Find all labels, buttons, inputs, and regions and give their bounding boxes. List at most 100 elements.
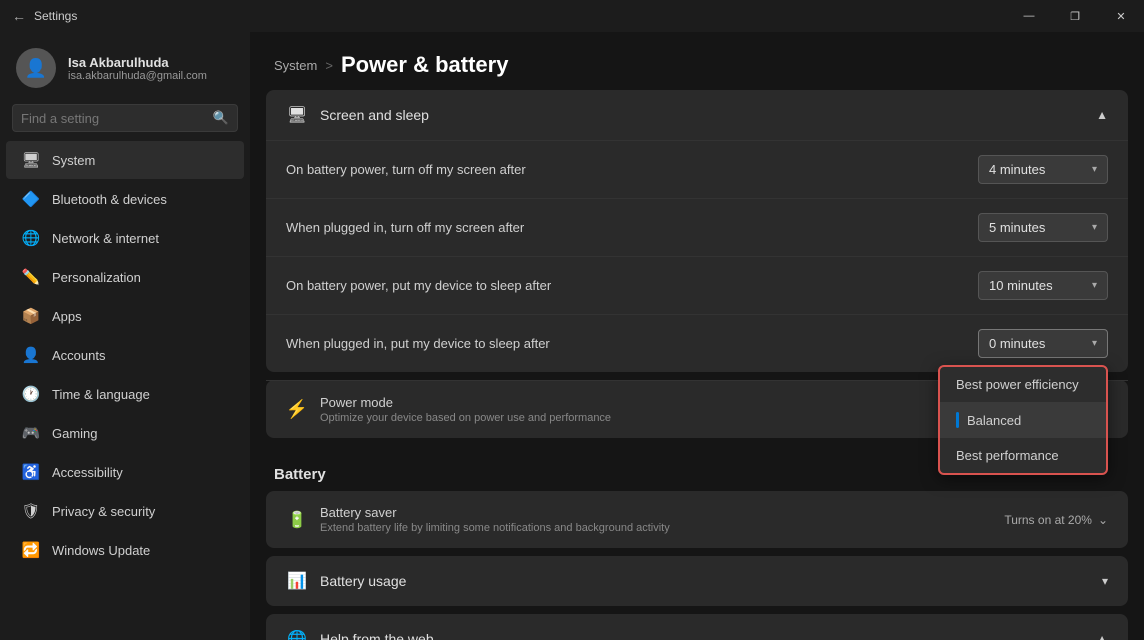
sidebar-item-personalization[interactable]: ✏️Personalization <box>6 258 244 296</box>
sidebar-item-bluetooth--devices[interactable]: 🔷 Bluetooth & devices <box>6 180 244 218</box>
screen-sleep-header[interactable]: 🖥 Screen and sleep ▲ <box>266 90 1128 140</box>
title-bar: ← Settings — ❐ ✕ <box>0 0 1144 32</box>
search-box[interactable]: 🔍 <box>12 104 238 132</box>
row-label-1: On battery power, turn off my screen aft… <box>286 162 526 177</box>
user-info: Isa Akbarulhuda isa.akbarulhuda@gmail.co… <box>68 55 207 82</box>
user-name: Isa Akbarulhuda <box>68 55 207 70</box>
nav-icon: 🛡 <box>22 502 40 520</box>
option-label: Best power efficiency <box>956 377 1079 392</box>
help-chevron: ▲ <box>1096 632 1108 640</box>
battery-saver-label: Battery saver <box>320 505 670 520</box>
dropdown-option-best-efficiency[interactable]: Best power efficiency <box>940 367 1106 402</box>
battery-saver-icon: 🔋 <box>286 509 308 531</box>
screen-icon: 🖥 <box>286 104 308 126</box>
battery-usage-header[interactable]: 📊 Battery usage ▾ <box>266 556 1128 606</box>
sidebar-item-accounts[interactable]: 👤Accounts <box>6 336 244 374</box>
nav-item-label: Network & internet <box>52 231 159 246</box>
user-section: 👤 Isa Akbarulhuda isa.akbarulhuda@gmail.… <box>0 32 250 100</box>
close-button[interactable]: ✕ <box>1098 0 1144 32</box>
content-area: System > Power & battery 🖥 Screen and sl… <box>250 32 1144 640</box>
back-icon[interactable]: ← <box>12 8 26 24</box>
screen-plugged-value: 5 minutes <box>989 220 1045 235</box>
nav-icon: 🔷 <box>22 190 40 208</box>
screen-sleep-label: Screen and sleep <box>320 107 429 123</box>
battery-usage-icon: 📊 <box>286 570 308 592</box>
row-label-3: On battery power, put my device to sleep… <box>286 278 551 293</box>
sleep-battery-dropdown[interactable]: 10 minutes ▾ <box>978 271 1108 300</box>
battery-saver-left: 🔋 Battery saver Extend battery life by l… <box>286 505 670 534</box>
nav-icon: 🌐 <box>22 229 40 247</box>
app-body: 👤 Isa Akbarulhuda isa.akbarulhuda@gmail.… <box>0 32 1144 640</box>
battery-saver-row: 🔋 Battery saver Extend battery life by l… <box>266 491 1128 548</box>
table-row: On battery power, put my device to sleep… <box>266 256 1128 314</box>
screen-sleep-section: 🖥 Screen and sleep ▲ On battery power, t… <box>266 90 1128 372</box>
option-label: Best performance <box>956 448 1059 463</box>
dropdown-option-best-performance[interactable]: Best performance <box>940 438 1106 473</box>
sleep-plugged-value: 0 minutes <box>989 336 1045 351</box>
sidebar-item-network--internet[interactable]: 🌐 Network & internet <box>6 219 244 257</box>
nav-icon: 🔁 <box>22 541 40 559</box>
table-row: When plugged in, put my device to sleep … <box>266 314 1128 372</box>
sidebar-item-windows-update[interactable]: 🔁 Windows Update <box>6 531 244 569</box>
sidebar-item-gaming[interactable]: 🎮Gaming <box>6 414 244 452</box>
row-label-2: When plugged in, turn off my screen afte… <box>286 220 524 235</box>
sidebar-item-apps[interactable]: 📦 Apps <box>6 297 244 335</box>
nav-icon: 📦 <box>22 307 40 325</box>
nav-item-label: Bluetooth & devices <box>52 192 167 207</box>
nav-item-label: Time & language <box>52 387 150 402</box>
page-title: Power & battery <box>341 52 509 78</box>
chevron-down-icon: ⌄ <box>1098 513 1108 527</box>
chevron-down-icon: ▾ <box>1092 164 1097 175</box>
battery-saver-section: 🔋 Battery saver Extend battery life by l… <box>266 491 1128 548</box>
battery-usage-left: 📊 Battery usage <box>286 570 406 592</box>
battery-saver-status[interactable]: Turns on at 20% ⌄ <box>1004 513 1108 527</box>
screen-sleep-chevron: ▲ <box>1096 108 1108 122</box>
nav-icon: 🕐 <box>22 385 40 403</box>
row-label-4: When plugged in, put my device to sleep … <box>286 336 550 351</box>
window-controls: — ❐ ✕ <box>1006 0 1144 32</box>
sidebar-item-accessibility[interactable]: ♿ Accessibility <box>6 453 244 491</box>
maximize-button[interactable]: ❐ <box>1052 0 1098 32</box>
breadcrumb-separator: > <box>325 58 333 73</box>
nav-icon: 🖥 <box>22 151 40 169</box>
power-mode-label: Power mode <box>320 395 611 410</box>
option-label: Balanced <box>967 413 1021 428</box>
sleep-battery-value: 10 minutes <box>989 278 1053 293</box>
sleep-plugged-container: 0 minutes ▾ Best power efficiency Balanc… <box>978 329 1108 358</box>
dropdown-option-balanced[interactable]: Balanced <box>940 402 1106 438</box>
battery-saver-text: Battery saver Extend battery life by lim… <box>320 505 670 534</box>
sidebar-item-privacy--security[interactable]: 🛡 Privacy & security <box>6 492 244 530</box>
search-input[interactable] <box>21 111 213 126</box>
sidebar-item-system[interactable]: 🖥System <box>6 141 244 179</box>
sidebar-item-time--language[interactable]: 🕐 Time & language <box>6 375 244 413</box>
nav-item-label: Windows Update <box>52 543 150 558</box>
power-mode-dropdown-popup: Best power efficiency Balanced Best perf… <box>938 365 1108 475</box>
section-header-left: 🖥 Screen and sleep <box>286 104 429 126</box>
minimize-button[interactable]: — <box>1006 0 1052 32</box>
table-row: When plugged in, turn off my screen afte… <box>266 198 1128 256</box>
nav-item-label: Accessibility <box>52 465 123 480</box>
breadcrumb-parent: System <box>274 58 317 73</box>
chevron-down-icon: ▾ <box>1092 222 1097 233</box>
breadcrumb: System > Power & battery <box>250 32 1144 90</box>
app-title: Settings <box>34 9 77 23</box>
nav-item-label: Privacy & security <box>52 504 155 519</box>
screen-battery-dropdown[interactable]: 4 minutes ▾ <box>978 155 1108 184</box>
avatar: 👤 <box>16 48 56 88</box>
nav-item-label: Apps <box>52 309 82 324</box>
screen-battery-value: 4 minutes <box>989 162 1045 177</box>
battery-usage-chevron: ▾ <box>1102 574 1108 588</box>
power-mode-icon: ⚡ <box>286 399 308 421</box>
chevron-down-icon: ▾ <box>1092 280 1097 291</box>
help-icon: 🌐 <box>286 628 308 640</box>
power-mode-text: Power mode Optimize your device based on… <box>320 395 611 424</box>
nav-icon: ✏️ <box>22 268 40 286</box>
table-row: On battery power, turn off my screen aft… <box>266 140 1128 198</box>
battery-usage-label: Battery usage <box>320 573 406 589</box>
help-header-left: 🌐 Help from the web <box>286 628 434 640</box>
nav-icon: ♿ <box>22 463 40 481</box>
screen-plugged-dropdown[interactable]: 5 minutes ▾ <box>978 213 1108 242</box>
help-header[interactable]: 🌐 Help from the web ▲ <box>266 614 1128 640</box>
battery-usage-section: 📊 Battery usage ▾ <box>266 556 1128 606</box>
sleep-plugged-dropdown[interactable]: 0 minutes ▾ <box>978 329 1108 358</box>
